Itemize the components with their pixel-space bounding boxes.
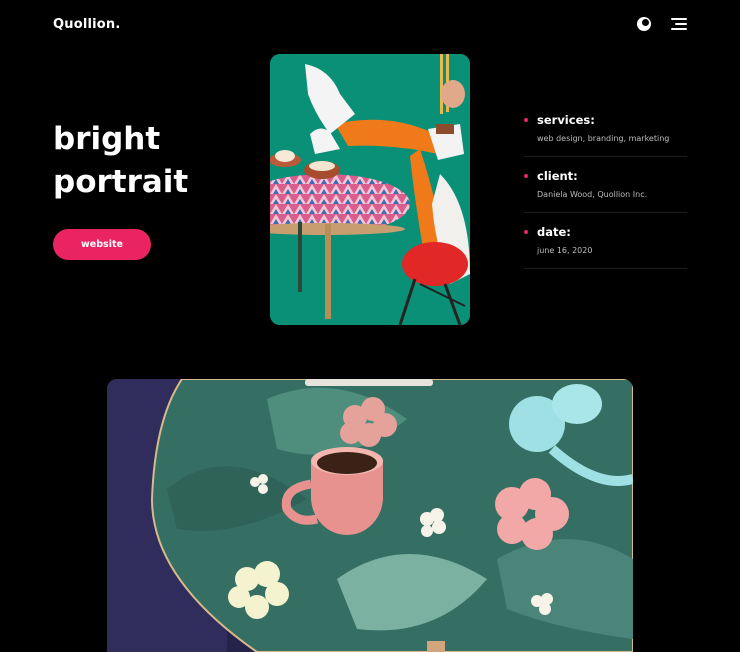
website-button[interactable]: website	[53, 229, 151, 260]
logo[interactable]: Quollion.	[53, 17, 121, 32]
hero-portrait-image	[270, 54, 470, 325]
meta-date: date: june 16, 2020	[524, 213, 687, 269]
meta-label: client:	[537, 169, 578, 183]
title-line-1: bright	[53, 121, 161, 157]
hamburger-menu-icon[interactable]	[671, 18, 687, 30]
meta-services: services: web design, branding, marketin…	[524, 101, 687, 157]
title-line-2: portrait	[53, 164, 189, 200]
bullet-icon	[524, 230, 528, 234]
project-meta: services: web design, branding, marketin…	[524, 101, 687, 269]
meta-label: date:	[537, 225, 571, 239]
meta-value: june 16, 2020	[537, 246, 593, 255]
moon-icon[interactable]	[637, 17, 651, 31]
page-title: bright portrait	[53, 118, 253, 204]
gallery-image	[107, 379, 633, 652]
meta-value: Daniela Wood, Quollion Inc.	[537, 190, 648, 199]
meta-value: web design, branding, marketing	[537, 134, 670, 143]
meta-client: client: Daniela Wood, Quollion Inc.	[524, 157, 687, 213]
bullet-icon	[524, 118, 528, 122]
meta-label: services:	[537, 113, 595, 127]
bullet-icon	[524, 174, 528, 178]
